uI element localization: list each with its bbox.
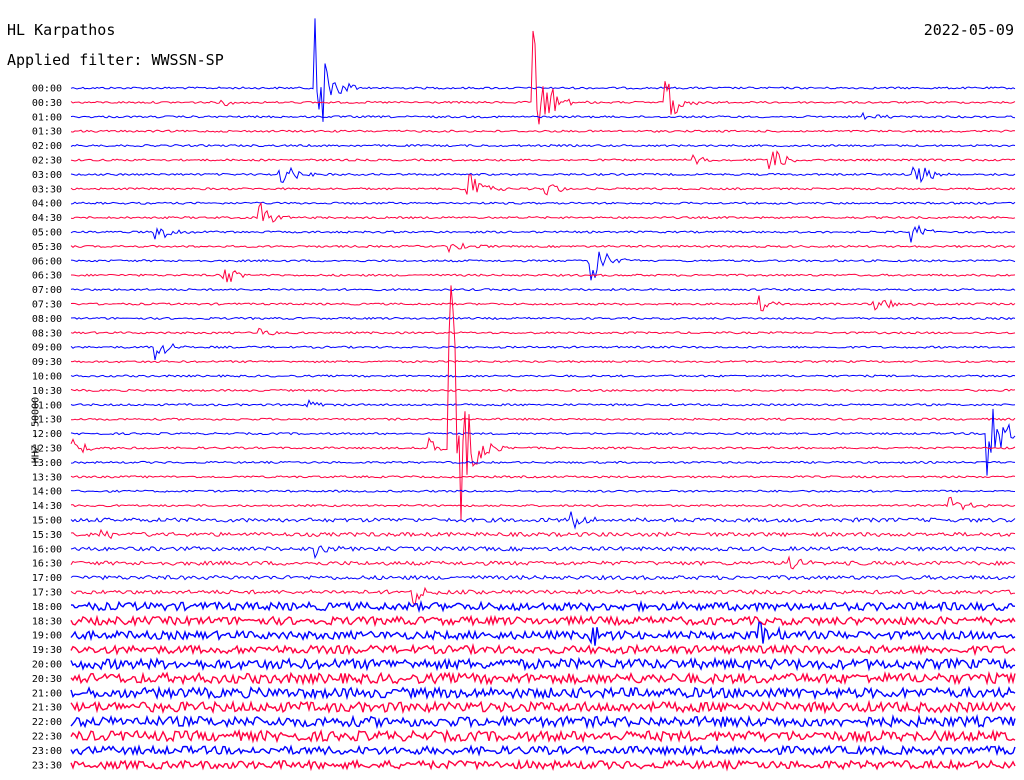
time-tick-label: 13:30 [32, 472, 62, 483]
time-tick-label: 08:00 [32, 314, 62, 325]
trace-line [70, 758, 1016, 772]
trace-line [70, 30, 1016, 125]
time-tick-label: 22:30 [32, 732, 62, 743]
trace-line [70, 656, 1016, 672]
trace-line [70, 388, 1016, 392]
trace-line [70, 111, 1016, 121]
trace-line [70, 150, 1016, 170]
trace-line [70, 528, 1016, 540]
time-tick-label: 00:00 [32, 84, 62, 95]
trace-line [70, 670, 1016, 686]
time-tick-label: 07:00 [32, 285, 62, 296]
trace-line [70, 343, 1016, 361]
time-tick-label: 19:30 [32, 645, 62, 656]
time-tick-label: 02:30 [32, 156, 62, 167]
trace-line [70, 699, 1016, 715]
time-tick-label: 15:30 [32, 530, 62, 541]
trace-line [70, 545, 1016, 560]
time-tick-label: 08:30 [32, 328, 62, 339]
time-tick-label: 05:00 [32, 228, 62, 239]
y-axis-label: HHZ - 50000 [30, 396, 42, 464]
time-tick-label: 09:30 [32, 357, 62, 368]
trace-line [70, 242, 1016, 254]
trace-line [71, 359, 1016, 364]
trace-line [70, 201, 1016, 223]
time-tick-label: 14:00 [32, 487, 62, 498]
trace-line [70, 287, 1016, 292]
time-tick-label: 23:00 [32, 746, 62, 757]
trace-line [70, 574, 1016, 581]
trace-line [70, 143, 1016, 148]
seismogram-plot: 00:00 00:30 01:00 01:30 02:00 02:30 03:00 03:30… [32, 18, 1016, 772]
trace-line [70, 621, 1016, 646]
time-tick-label: 09:00 [32, 343, 62, 354]
trace-line [70, 475, 1016, 479]
time-tick-label: 06:00 [32, 256, 62, 267]
trace-line [70, 511, 1016, 530]
trace-line [70, 496, 1016, 511]
time-tick-label: 03:00 [32, 170, 62, 181]
time-tick-label: 21:00 [32, 688, 62, 699]
trace-line [70, 599, 1015, 613]
time-tick-label: 14:30 [32, 501, 62, 512]
station-title: HL Karpathos [7, 21, 116, 39]
trace-group [70, 18, 1016, 772]
trace-line [70, 18, 1016, 122]
date-label: 2022-05-09 [923, 21, 1014, 39]
time-tick-label: 19:00 [32, 631, 62, 642]
time-tick-label: 02:00 [32, 141, 62, 152]
trace-line [70, 685, 1016, 701]
trace-line [70, 744, 1016, 757]
time-tick-label: 18:00 [32, 602, 62, 613]
time-tick-label: 01:00 [32, 112, 62, 123]
filter-subtitle: Applied filter: WWSSN-SP [7, 51, 224, 69]
trace-line [70, 642, 1016, 657]
trace-line [70, 489, 1016, 493]
time-tick-label: 15:00 [32, 516, 62, 527]
time-tick-label: 05:30 [32, 242, 62, 253]
trace-line [70, 174, 1016, 196]
time-tick-label: 10:00 [32, 372, 62, 383]
time-tick-label: 10:30 [32, 386, 62, 397]
time-tick-label: 18:30 [32, 616, 62, 627]
trace-line [70, 201, 1016, 205]
trace-line [70, 713, 1016, 730]
trace-line [70, 327, 1016, 336]
trace-line [70, 316, 1016, 321]
time-tick-label: 16:30 [32, 559, 62, 570]
trace-line [70, 374, 1016, 378]
trace-line [70, 129, 1016, 133]
trace-line [70, 398, 1016, 408]
trace-line [70, 728, 1016, 744]
time-tick-label: 00:30 [32, 98, 62, 109]
trace-line [71, 269, 1016, 283]
time-tick-label: 01:30 [32, 127, 62, 138]
time-tick-label: 06:30 [32, 271, 62, 282]
time-tick-label: 21:30 [32, 703, 62, 714]
trace-line [70, 166, 1016, 184]
time-tick-label: 23:30 [32, 760, 62, 771]
trace-line [70, 614, 1016, 628]
time-tick-label: 04:00 [32, 199, 62, 210]
trace-line [70, 555, 1016, 570]
trace-line [70, 295, 1016, 312]
trace-line [70, 285, 1016, 520]
time-tick-label: 03:30 [32, 184, 62, 195]
trace-line [70, 224, 1016, 243]
time-tick-label: 04:30 [32, 213, 62, 224]
time-tick-label: 17:00 [32, 573, 62, 584]
time-tick-label: 16:00 [32, 544, 62, 555]
time-tick-label: 17:30 [32, 588, 62, 599]
time-tick-label: 22:00 [32, 717, 62, 728]
time-tick-label: 20:30 [32, 674, 62, 685]
time-tick-label: 07:30 [32, 300, 62, 311]
time-tick-label: 20:00 [32, 660, 62, 671]
trace-line [70, 460, 1016, 465]
trace-line [71, 417, 1016, 421]
